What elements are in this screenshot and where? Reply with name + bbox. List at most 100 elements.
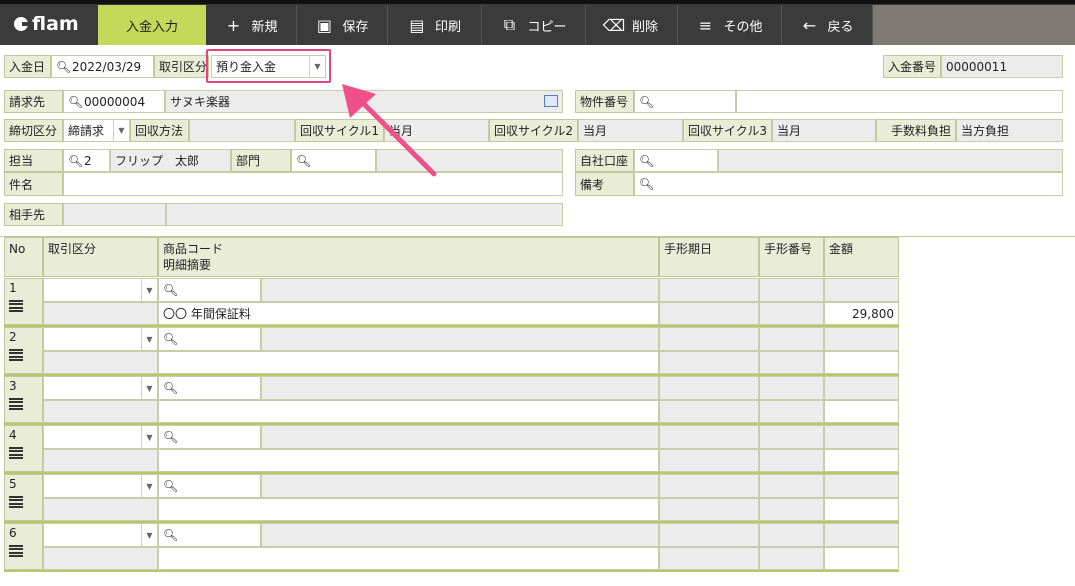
dept-label: 部門: [231, 149, 291, 172]
row-menu-icon[interactable]: [9, 496, 23, 508]
number-value: 00000011: [941, 55, 1063, 78]
search-icon: 🔍︎: [163, 381, 179, 395]
row-type-sub: [43, 547, 158, 570]
subject-field[interactable]: [63, 172, 563, 196]
row-due: [659, 425, 759, 449]
row-type-sub: [43, 351, 158, 374]
row-divider: [4, 570, 899, 572]
row-amount-top: [824, 523, 899, 547]
row-menu-icon[interactable]: [9, 447, 23, 459]
row-summary-field[interactable]: [158, 498, 659, 521]
new-button[interactable]: + 新規: [206, 5, 297, 45]
lookup-icon[interactable]: [544, 95, 558, 107]
row-amount-field[interactable]: [824, 498, 899, 521]
row-due-sub: [659, 400, 759, 423]
number-label: 入金番号: [883, 55, 941, 78]
note-field[interactable]: 🔍︎: [634, 172, 1063, 196]
partner-code: [63, 203, 166, 226]
row-type-select[interactable]: ▼: [43, 425, 158, 449]
row-amount-field[interactable]: [824, 547, 899, 570]
row-product-name: [261, 425, 659, 449]
row-due-sub: [659, 498, 759, 521]
row-due: [659, 474, 759, 498]
save-button[interactable]: ▣ 保存: [297, 5, 388, 45]
row-amount-field[interactable]: [824, 400, 899, 423]
property-label: 物件番号: [575, 90, 634, 113]
search-icon: 🔍︎: [68, 153, 84, 168]
row-menu-icon[interactable]: [9, 300, 23, 312]
row-due-sub: [659, 302, 759, 325]
search-icon: 🔍︎: [639, 177, 655, 191]
trash-icon: ⌫: [602, 15, 626, 35]
row-amount-field[interactable]: 29,800: [824, 302, 899, 325]
search-icon: 🔍︎: [68, 94, 84, 109]
row-menu-icon[interactable]: [9, 545, 23, 557]
row-bill-sub: [759, 302, 824, 325]
row-product-name: [261, 523, 659, 547]
row-type-select[interactable]: ▼: [43, 376, 158, 400]
closing-label: 締切区分: [4, 119, 63, 142]
row-type-sub: [43, 498, 158, 521]
billing-code-field[interactable]: 🔍︎ 00000004: [63, 90, 165, 113]
row-product-name: [261, 327, 659, 351]
delete-button[interactable]: ⌫ 削除: [586, 5, 678, 45]
closing-select[interactable]: 締請求 ▼: [63, 119, 130, 142]
row-bill-no: [759, 425, 824, 449]
row-type-select[interactable]: ▼: [43, 474, 158, 498]
partner-name: [166, 203, 563, 226]
row-due: [659, 278, 759, 302]
fee-value: 当方負担: [956, 119, 1063, 142]
date-field[interactable]: 🔍︎ 2022/03/29: [51, 55, 154, 78]
copy-button[interactable]: ⧉ コピー: [482, 5, 586, 45]
row-product-field[interactable]: 🔍︎: [158, 278, 261, 302]
row-bill-no: [759, 376, 824, 400]
billing-label: 請求先: [4, 90, 63, 113]
row-product-field[interactable]: 🔍︎: [158, 523, 261, 547]
chevron-down-icon: ▼: [141, 328, 157, 350]
row-type-select[interactable]: ▼: [43, 523, 158, 547]
row-product-field[interactable]: 🔍︎: [158, 425, 261, 449]
subject-label: 件名: [4, 172, 63, 196]
toolbar-filler: [873, 5, 1075, 45]
chevron-down-icon: ▼: [113, 120, 129, 141]
row-menu-icon[interactable]: [9, 398, 23, 410]
col-amount: 金額: [824, 237, 899, 277]
row-type-select[interactable]: ▼: [43, 278, 158, 302]
row-summary-field[interactable]: [158, 449, 659, 472]
chevron-down-icon: ▼: [141, 524, 157, 546]
chevron-down-icon: ▼: [141, 377, 157, 399]
row-due-sub: [659, 547, 759, 570]
search-icon: 🔍︎: [163, 528, 179, 542]
col-no: No: [4, 237, 43, 277]
search-icon: 🔍︎: [163, 283, 179, 297]
row-amount-field[interactable]: [824, 449, 899, 472]
row-summary-field[interactable]: 〇〇 年間保証料: [158, 302, 659, 325]
row-summary-field[interactable]: [158, 547, 659, 570]
cycle3-label: 回収サイクル3: [683, 119, 772, 142]
row-product-field[interactable]: 🔍︎: [158, 376, 261, 400]
row-type-sub: [43, 449, 158, 472]
cycle2-label: 回収サイクル2: [489, 119, 578, 142]
more-button[interactable]: ≡ その他: [678, 5, 782, 45]
col-bill-no: 手形番号: [759, 237, 824, 277]
property-name-field[interactable]: [736, 90, 1063, 113]
back-button[interactable]: ← 戻る: [782, 5, 873, 45]
tab-deposit-entry[interactable]: 入金入力: [98, 5, 206, 45]
row-menu-icon[interactable]: [9, 349, 23, 361]
staff-code-field[interactable]: 🔍︎ 2: [63, 149, 110, 172]
search-icon: 🔍︎: [639, 94, 655, 109]
row-summary-field[interactable]: [158, 351, 659, 374]
property-field[interactable]: 🔍︎: [634, 90, 736, 113]
print-button[interactable]: ▤ 印刷: [388, 5, 482, 45]
account-field[interactable]: 🔍︎: [634, 149, 718, 172]
save-icon: ▣: [316, 15, 333, 35]
row-amount-field[interactable]: [824, 351, 899, 374]
row-amount-top: [824, 425, 899, 449]
row-bill-sub: [759, 449, 824, 472]
row-type-select[interactable]: ▼: [43, 327, 158, 351]
row-summary-field[interactable]: [158, 400, 659, 423]
row-bill-sub: [759, 547, 824, 570]
row-product-field[interactable]: 🔍︎: [158, 327, 261, 351]
account-name: [718, 149, 1063, 172]
row-product-field[interactable]: 🔍︎: [158, 474, 261, 498]
